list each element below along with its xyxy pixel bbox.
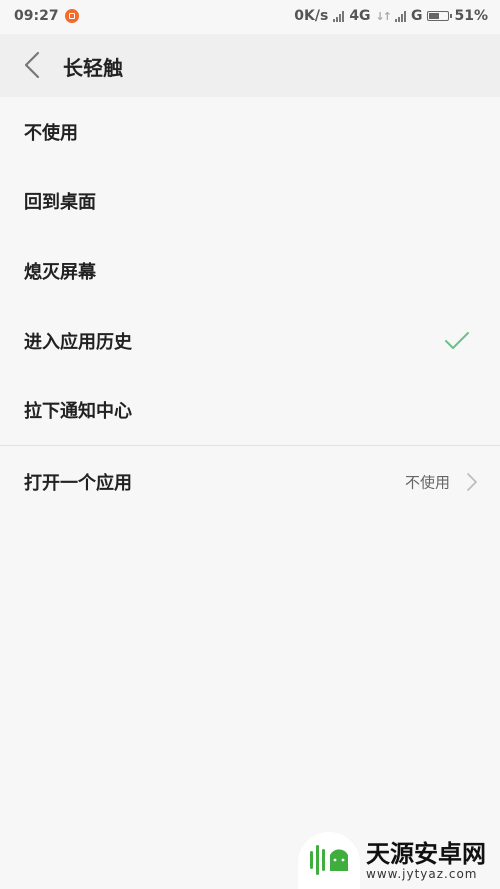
- signal-strength-icon-2: [394, 10, 406, 22]
- network-speed: 0K/s: [294, 8, 329, 24]
- page-title: 长轻触: [63, 56, 123, 80]
- android-logo-icon: [298, 832, 360, 889]
- option-label: 进入应用历史: [24, 331, 132, 353]
- watermark: 天源安卓网 www.jytyaz.com: [298, 832, 500, 889]
- option-recent-apps[interactable]: 进入应用历史: [0, 306, 500, 376]
- notification-app-icon: [64, 9, 79, 23]
- chevron-right-icon: [467, 473, 477, 491]
- option-notification-center[interactable]: 拉下通知中心: [0, 375, 500, 445]
- option-label: 回到桌面: [24, 192, 96, 214]
- watermark-name: 天源安卓网: [366, 839, 486, 868]
- network-type-1: 4G: [349, 8, 371, 24]
- signal-strength-icon: [333, 10, 345, 22]
- open-app-label: 打开一个应用: [24, 472, 132, 494]
- checkmark-icon: [445, 331, 469, 349]
- open-app-value: 不使用: [404, 473, 450, 492]
- back-button[interactable]: [18, 48, 50, 82]
- option-list: 不使用 回到桌面 熄灭屏幕 进入应用历史 拉下通知中心 打开一个应用 不使用: [0, 97, 500, 518]
- battery-level: 51%: [454, 8, 488, 24]
- option-screen-off[interactable]: 熄灭屏幕: [0, 236, 500, 306]
- battery-icon: [427, 11, 453, 21]
- status-bar-right: 0K/s 4G ↓↑ G 51%: [294, 8, 488, 24]
- chevron-left-icon: [24, 51, 40, 79]
- status-bar: 09:27 0K/s 4G ↓↑ G 51%: [0, 0, 500, 34]
- watermark-text: 天源安卓网 www.jytyaz.com: [366, 841, 486, 881]
- watermark-url: www.jytyaz.com: [366, 866, 478, 881]
- option-none[interactable]: 不使用: [0, 97, 500, 167]
- data-transfer-icon: ↓↑: [375, 9, 393, 23]
- option-label: 拉下通知中心: [24, 401, 132, 423]
- network-type-2: G: [410, 8, 423, 24]
- option-home[interactable]: 回到桌面: [0, 167, 500, 237]
- option-label: 熄灭屏幕: [24, 261, 96, 283]
- status-time: 09:27: [14, 8, 59, 24]
- status-bar-left: 09:27: [14, 8, 79, 24]
- open-app-row[interactable]: 打开一个应用 不使用: [0, 446, 500, 518]
- title-bar: 长轻触: [0, 34, 500, 97]
- option-label: 不使用: [24, 122, 78, 144]
